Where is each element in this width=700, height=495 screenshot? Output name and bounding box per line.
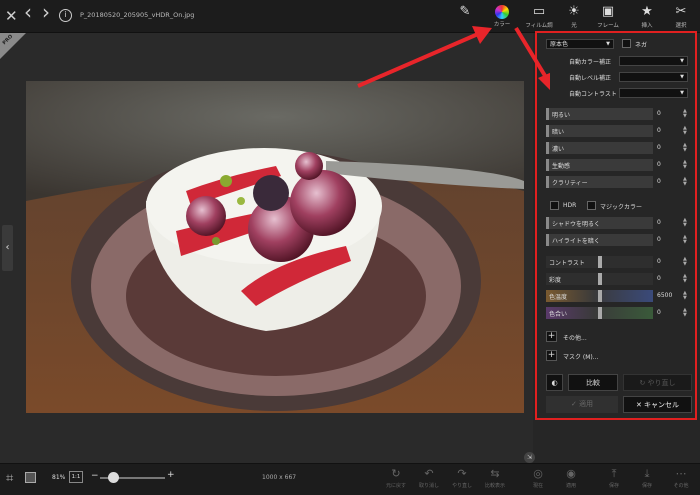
tool-select[interactable]: ✂ 選択 bbox=[664, 2, 698, 32]
undo-icon: ↶ bbox=[424, 467, 434, 480]
crop-icon[interactable]: ⌗ bbox=[6, 471, 13, 486]
photo bbox=[26, 81, 524, 413]
dessert-photo bbox=[26, 81, 524, 413]
tool-film-label: フィルム調 bbox=[525, 23, 553, 29]
tool-frame-label: フレーム bbox=[597, 23, 619, 29]
redo-icon: ↷ bbox=[457, 467, 467, 480]
chevron-left-icon: ‹ bbox=[5, 242, 10, 253]
tool-select-label: 選択 bbox=[675, 23, 687, 29]
edit-icon: ✎ bbox=[459, 4, 471, 19]
left-panel-toggle[interactable]: ‹ bbox=[2, 225, 13, 271]
tool-color-label: カラー bbox=[493, 22, 511, 28]
redo-bottom-button[interactable]: ↷ やり直し bbox=[447, 467, 477, 490]
film-icon: ▭ bbox=[532, 4, 546, 19]
tool-color[interactable]: ◉ カラー bbox=[485, 2, 519, 32]
zoom-level: 81% bbox=[52, 474, 66, 481]
zoom-thumb[interactable] bbox=[108, 472, 119, 483]
tool-edit[interactable]: ✎ bbox=[448, 2, 482, 32]
pro-badge: PRO bbox=[0, 33, 26, 59]
color-wheel-icon: ◉ bbox=[495, 5, 509, 19]
compare-icon: ⇆ bbox=[490, 467, 500, 480]
top-bar: ✕ ‹ › i P_20180520_205905_vHDR_On.jpg ✎ … bbox=[0, 0, 700, 33]
share-icon: ⤒ bbox=[611, 467, 617, 480]
zoom-in-icon[interactable]: + bbox=[167, 470, 175, 480]
actual-size-button[interactable]: 1:1 bbox=[69, 471, 83, 483]
info-icon[interactable]: i bbox=[59, 9, 72, 22]
current-button[interactable]: ◎ 現在 bbox=[523, 467, 553, 490]
close-icon[interactable]: ✕ bbox=[5, 8, 18, 24]
back-icon[interactable]: ‹ bbox=[24, 2, 32, 22]
highlight-box bbox=[535, 31, 697, 420]
compare-view-button[interactable]: ⇆ 比較表示 bbox=[480, 467, 510, 490]
file-name: P_20180520_205905_vHDR_On.jpg bbox=[80, 11, 195, 19]
tool-film[interactable]: ▭ フィルム調 bbox=[522, 2, 556, 32]
fit-icon[interactable] bbox=[25, 472, 36, 483]
undo-button[interactable]: ↶ 取り消し bbox=[414, 467, 444, 490]
star-icon: ★ bbox=[641, 4, 653, 19]
tool-insert[interactable]: ★ 挿入 bbox=[630, 2, 664, 32]
save-icon: ⤓ bbox=[644, 467, 650, 480]
frame-icon: ▣ bbox=[601, 4, 615, 19]
sun-icon: ☀ bbox=[568, 4, 580, 19]
save-button[interactable]: ⤓ 保存 bbox=[632, 467, 662, 490]
select-icon: ✂ bbox=[675, 4, 687, 19]
apply-icon: ◉ bbox=[566, 467, 576, 480]
tool-frame[interactable]: ▣ フレーム bbox=[591, 2, 625, 32]
tool-insert-label: 挿入 bbox=[641, 23, 653, 29]
tool-light-label: 光 bbox=[571, 23, 577, 29]
target-icon: ◎ bbox=[533, 467, 543, 480]
image-size: 1000 x 667 bbox=[262, 474, 297, 481]
share-button[interactable]: ⤒ 保存 bbox=[599, 467, 629, 490]
undo-all-icon: ↻ bbox=[391, 467, 401, 480]
tool-light[interactable]: ☀ 光 bbox=[557, 2, 591, 32]
more-icon: ⋯ bbox=[675, 467, 687, 480]
panel-toggle-icon[interactable]: ⇲ bbox=[524, 452, 535, 463]
undo-all-button[interactable]: ↻ 元に戻す bbox=[381, 467, 411, 490]
more-button[interactable]: ⋯ その他 bbox=[666, 467, 696, 490]
bottom-bar: ⌗ 81% 1:1 − + 1000 x 667 ↻ 元に戻す ↶ 取り消し ↷ やり… bbox=[0, 463, 700, 495]
zoom-out-icon[interactable]: − bbox=[91, 471, 99, 481]
apply-bottom-button[interactable]: ◉ 適用 bbox=[556, 467, 586, 490]
forward-icon[interactable]: › bbox=[42, 2, 50, 22]
